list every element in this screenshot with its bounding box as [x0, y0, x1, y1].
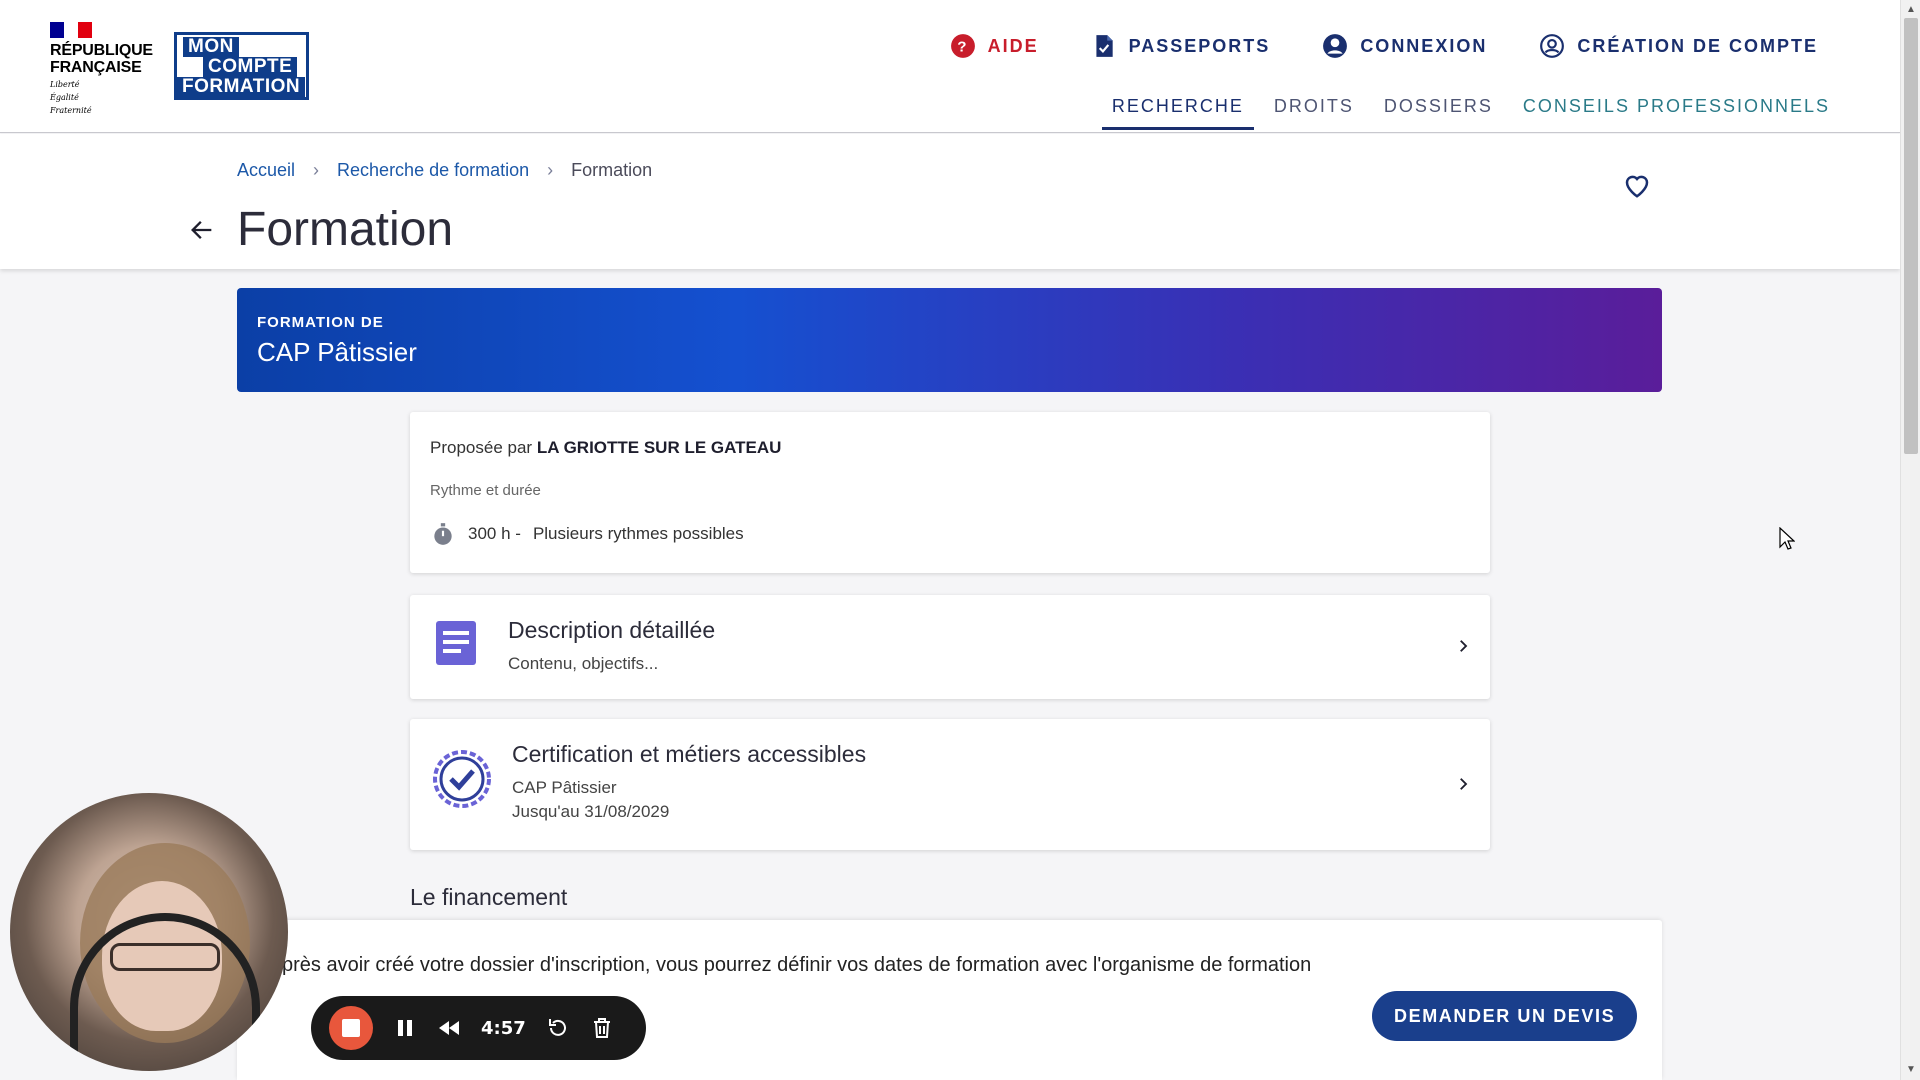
page-title: Formation: [237, 203, 454, 256]
creation-compte-link[interactable]: CRÉATION DE COMPTE: [1539, 33, 1818, 59]
question-circle-icon: ?: [950, 34, 975, 58]
svg-text:?: ?: [957, 38, 968, 55]
top-links: ? AIDE PASSEPORTS CONNEXION CRÉATION DE …: [950, 33, 1818, 59]
provider-line: Proposée par LA GRIOTTE SUR LE GATEAU: [430, 438, 1470, 458]
stop-icon: [342, 1019, 360, 1037]
formation-banner: FORMATION DE CAP Pâtissier: [237, 288, 1662, 392]
trash-icon[interactable]: [590, 1016, 614, 1040]
provider-name: LA GRIOTTE SUR LE GATEAU: [536, 438, 782, 457]
main-nav: RECHERCHE DROITS DOSSIERS CONSEILS PROFE…: [1101, 96, 1840, 130]
mcf-line2: COMPTE: [203, 57, 298, 77]
french-flag-icon: [50, 22, 92, 38]
demander-devis-button[interactable]: DEMANDER UN DEVIS: [1372, 991, 1638, 1041]
heart-icon[interactable]: [1622, 170, 1652, 200]
certification-title: Certification et métiers accessibles: [512, 741, 867, 767]
document-check-icon: [1096, 35, 1113, 57]
connexion-link[interactable]: CONNEXION: [1322, 33, 1487, 59]
duration-row: 300 h - Plusieurs rythmes possibles: [430, 521, 1470, 547]
passeports-label: PASSEPORTS: [1128, 35, 1271, 56]
document-lines-icon: [436, 621, 476, 665]
page-header: Accueil › Recherche de formation › Forma…: [0, 134, 1900, 269]
nav-recherche[interactable]: RECHERCHE: [1101, 96, 1254, 130]
nav-conseils-professionnels[interactable]: CONSEILS PROFESSIONNELS: [1513, 96, 1840, 130]
aide-link[interactable]: ? AIDE: [950, 33, 1039, 59]
mouse-cursor-icon: [1779, 527, 1795, 550]
banner-title: CAP Pâtissier: [257, 337, 417, 367]
stop-recording-button[interactable]: [329, 1006, 373, 1050]
mcf-line1: MON: [183, 37, 239, 57]
description-title: Description détaillée: [508, 617, 716, 643]
banner-kicker: FORMATION DE: [257, 314, 384, 331]
certification-name: CAP Pâtissier: [512, 778, 617, 797]
description-card[interactable]: Description détaillée Contenu, objectifs…: [410, 595, 1490, 699]
user-circle-icon: [1323, 34, 1348, 58]
duration-value: 300 h -: [468, 524, 521, 543]
aide-label: AIDE: [987, 35, 1039, 56]
passeports-link[interactable]: PASSEPORTS: [1091, 33, 1271, 59]
republique-francaise-logo[interactable]: RÉPUBLIQUE FRANÇAISE Liberté Égalité Fra…: [50, 22, 154, 115]
webcam-overlay[interactable]: [10, 793, 288, 1071]
scrollbar-thumb[interactable]: [1904, 18, 1918, 454]
breadcrumb-accueil[interactable]: Accueil: [237, 160, 295, 181]
scroll-down-icon[interactable]: ▼: [1905, 1064, 1917, 1076]
screen-recorder-bar: 4:57: [311, 996, 646, 1060]
certification-card[interactable]: Certification et métiers accessibles CAP…: [410, 719, 1490, 850]
rf-title-line1: RÉPUBLIQUE: [50, 42, 153, 59]
stopwatch-icon: [434, 523, 452, 545]
user-outline-icon: [1540, 34, 1565, 58]
provider-prefix: Proposée par: [430, 438, 533, 457]
chevron-right-icon: ›: [547, 160, 554, 180]
nav-dossiers[interactable]: DOSSIERS: [1374, 96, 1503, 130]
site-header: RÉPUBLIQUE FRANÇAISE Liberté Égalité Fra…: [0, 0, 1900, 133]
chevron-right-icon: ›: [313, 160, 320, 180]
breadcrumb: Accueil › Recherche de formation › Forma…: [237, 160, 652, 181]
rf-title-line2: FRANÇAISE: [50, 59, 142, 76]
breadcrumb-current: Formation: [571, 160, 653, 180]
chevron-right-icon: [1460, 640, 1468, 652]
mcf-line3: FORMATION: [177, 77, 306, 97]
badge-check-icon: [433, 750, 491, 808]
rf-motto-3: Fraternité: [50, 106, 92, 115]
rewind-icon[interactable]: [437, 1016, 461, 1040]
pause-icon[interactable]: [393, 1016, 417, 1040]
rhythm-value: Plusieurs rythmes possibles: [532, 524, 744, 543]
nav-droits[interactable]: DROITS: [1264, 96, 1364, 130]
arrow-left-icon[interactable]: [188, 216, 216, 244]
rf-motto-1: Liberté: [50, 80, 80, 89]
financing-text: près avoir créé votre dossier d'inscript…: [282, 954, 1312, 976]
mon-compte-formation-logo[interactable]: MON COMPTE FORMATION: [174, 32, 309, 100]
chevron-right-icon: [1460, 778, 1468, 790]
scroll-up-icon[interactable]: ▲: [1905, 4, 1917, 16]
page-scrollbar[interactable]: ▲ ▼: [1900, 0, 1920, 1080]
restart-icon[interactable]: [546, 1016, 570, 1040]
description-subtitle: Contenu, objectifs...: [508, 654, 659, 673]
rhythm-label: Rythme et durée: [430, 482, 541, 499]
breadcrumb-recherche[interactable]: Recherche de formation: [337, 160, 529, 181]
certification-validity: Jusqu'au 31/08/2029: [512, 802, 670, 821]
connexion-label: CONNEXION: [1360, 35, 1488, 56]
rf-motto-2: Égalité: [50, 93, 79, 102]
creation-compte-label: CRÉATION DE COMPTE: [1577, 35, 1818, 56]
financing-title: Le financement: [410, 884, 568, 910]
provider-card: Proposée par LA GRIOTTE SUR LE GATEAU Ry…: [410, 412, 1490, 573]
recording-time: 4:57: [481, 1017, 526, 1039]
